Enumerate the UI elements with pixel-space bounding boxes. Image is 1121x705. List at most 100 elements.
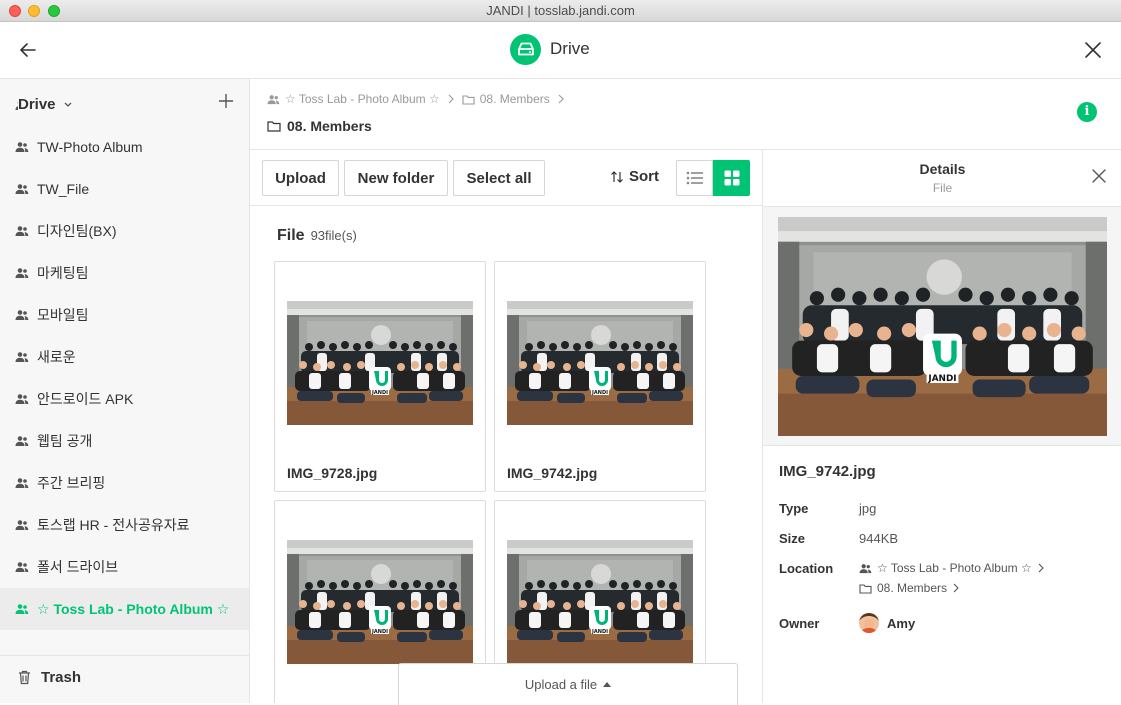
trash-button[interactable]: Trash — [0, 655, 249, 699]
file-thumbnail — [507, 301, 693, 425]
sidebar-item-tw-file[interactable]: TW_File — [0, 168, 249, 210]
team-icon — [15, 266, 29, 280]
details-panel: Details File IMG_9742.jpg Type jpg Size … — [762, 150, 1121, 703]
sidebar-item-label: TW-Photo Album — [37, 139, 143, 155]
sort-label: Sort — [629, 168, 659, 185]
details-location-label: Location — [779, 561, 834, 576]
sidebar-item-label: 마케팅팀 — [37, 265, 89, 281]
upload-bar-label: Upload a file — [524, 677, 598, 692]
breadcrumb-item-members[interactable]: 08. Members — [462, 92, 550, 106]
team-icon — [15, 476, 29, 490]
sidebar-title: Drive — [18, 95, 56, 113]
sidebar-item-new[interactable]: 새로운 — [0, 336, 249, 378]
file-thumbnail — [287, 540, 473, 664]
location-link-members[interactable]: 08. Members — [859, 581, 1044, 595]
add-drive-button[interactable] — [217, 92, 235, 110]
back-button[interactable] — [16, 38, 40, 62]
list-view-icon — [686, 171, 703, 185]
file-count: 93 — [310, 228, 326, 243]
file-grid-area: File 93 file(s) IMG_9728.jpg IMG_9742.jp… — [250, 206, 762, 703]
sidebar-item-mobile-team[interactable]: 모바일팀 — [0, 294, 249, 336]
grid-view-button[interactable] — [713, 160, 750, 196]
info-icon[interactable]: i — [1077, 102, 1097, 122]
window-close-control[interactable] — [9, 5, 21, 17]
team-icon — [15, 224, 29, 238]
header-title-group: Drive — [510, 33, 590, 65]
sidebar-item-label: 새로운 — [37, 349, 76, 365]
drive-selector[interactable]: Drive — [18, 93, 78, 119]
upload-button[interactable]: Upload — [262, 160, 339, 196]
location-label: ☆ Toss Lab - Photo Album ☆ — [877, 561, 1032, 575]
sidebar-item-label: TW_File — [37, 181, 90, 197]
sidebar-item-android-apk[interactable]: 안드로이드 APK — [0, 378, 249, 420]
breadcrumb: ☆ Toss Lab - Photo Album ☆ 08. Members — [267, 92, 572, 106]
close-drive-button[interactable] — [1083, 40, 1103, 60]
chevron-down-icon — [64, 95, 72, 113]
window-minimize-control[interactable] — [28, 5, 40, 17]
breadcrumb-bar: ☆ Toss Lab - Photo Album ☆ 08. Members 0… — [250, 79, 1121, 150]
sort-button[interactable]: Sort — [610, 168, 659, 185]
file-thumbnail — [507, 540, 693, 664]
close-details-button[interactable] — [1091, 168, 1107, 184]
sidebar-item-label: 안드로이드 APK — [37, 391, 134, 407]
sort-icon — [610, 170, 624, 184]
current-folder-label: 08. Members — [287, 118, 372, 134]
select-all-button[interactable]: Select all — [453, 160, 545, 196]
team-icon — [15, 392, 29, 406]
plus-icon — [219, 94, 233, 108]
back-arrow-icon — [20, 43, 36, 57]
sidebar-item-tosslab-hr[interactable]: 토스랩 HR - 전사공유자료 — [0, 504, 249, 546]
team-icon — [15, 560, 29, 574]
team-icon — [15, 602, 29, 616]
file-card[interactable]: IMG_9728.jpg — [274, 261, 486, 492]
sidebar-item-marketing-team[interactable]: 마케팅팀 — [0, 252, 249, 294]
folder-icon — [267, 120, 281, 132]
sidebar-item-label: ☆ Toss Lab - Photo Album ☆ — [37, 600, 230, 617]
details-owner-value[interactable]: Amy — [859, 613, 915, 633]
details-file-name: IMG_9742.jpg — [779, 463, 876, 480]
sidebar-item-toss-lab-photo-album[interactable]: ☆ Toss Lab - Photo Album ☆ — [0, 588, 249, 630]
sidebar-item-weekly-briefing[interactable]: 주간 브리핑 — [0, 462, 249, 504]
sidebar-item-label: 폴서 드라이브 — [37, 559, 119, 575]
sidebar-list: QA TW-Photo Album TW_File 디자인팀(BX) 마케팅팀 … — [0, 97, 249, 630]
file-name: IMG_9742.jpg — [507, 465, 598, 481]
details-type-value: jpg — [859, 501, 877, 516]
owner-name: Amy — [887, 615, 916, 631]
sidebar-item-tw-photo-album[interactable]: TW-Photo Album — [0, 126, 249, 168]
file-card[interactable]: IMG_9742.jpg — [494, 261, 706, 492]
folder-icon — [859, 583, 872, 594]
file-section-header: File 93 file(s) — [277, 227, 357, 245]
team-icon — [15, 434, 29, 448]
caret-up-icon — [603, 682, 612, 687]
location-link-photo-album[interactable]: ☆ Toss Lab - Photo Album ☆ — [859, 561, 1044, 575]
details-preview-area — [763, 206, 1121, 446]
trash-label: Trash — [41, 669, 82, 686]
chevron-right-icon — [953, 583, 959, 593]
details-preview-image[interactable] — [778, 217, 1107, 436]
breadcrumb-item-photo-album[interactable]: ☆ Toss Lab - Photo Album ☆ — [267, 92, 440, 106]
chevron-right-icon — [448, 94, 454, 104]
new-folder-button[interactable]: New folder — [344, 160, 448, 196]
sidebar-item-label: 웹팀 공개 — [37, 433, 93, 449]
details-owner-label: Owner — [779, 616, 820, 631]
location-label: 08. Members — [877, 581, 948, 595]
file-name: IMG_9728.jpg — [287, 465, 378, 481]
chevron-right-icon — [558, 94, 564, 104]
upload-a-file-button[interactable]: Upload a file — [398, 663, 738, 705]
window-maximize-control[interactable] — [48, 5, 60, 17]
sidebar-item-label: 디자인팀(BX) — [37, 223, 117, 239]
breadcrumb-label: ☆ Toss Lab - Photo Album ☆ — [285, 92, 440, 106]
details-subtitle: File — [932, 181, 953, 195]
page-title: Drive — [550, 39, 590, 58]
sidebar-item-design-team[interactable]: 디자인팀(BX) — [0, 210, 249, 252]
details-size-label: Size — [779, 531, 806, 546]
sidebar-item-label: 모바일팀 — [37, 307, 89, 323]
window-titlebar: JANDI | tosslab.jandi.com — [0, 0, 1121, 22]
sidebar-item-web-team-public[interactable]: 웹팀 공개 — [0, 420, 249, 462]
folder-icon — [462, 94, 475, 105]
sidebar-item-label: 주간 브리핑 — [37, 475, 106, 491]
sidebar-item-folder-drive[interactable]: 폴서 드라이브 — [0, 546, 249, 588]
file-thumbnail — [287, 301, 473, 425]
list-view-button[interactable] — [676, 160, 713, 196]
file-count-unit: file(s) — [325, 228, 357, 243]
